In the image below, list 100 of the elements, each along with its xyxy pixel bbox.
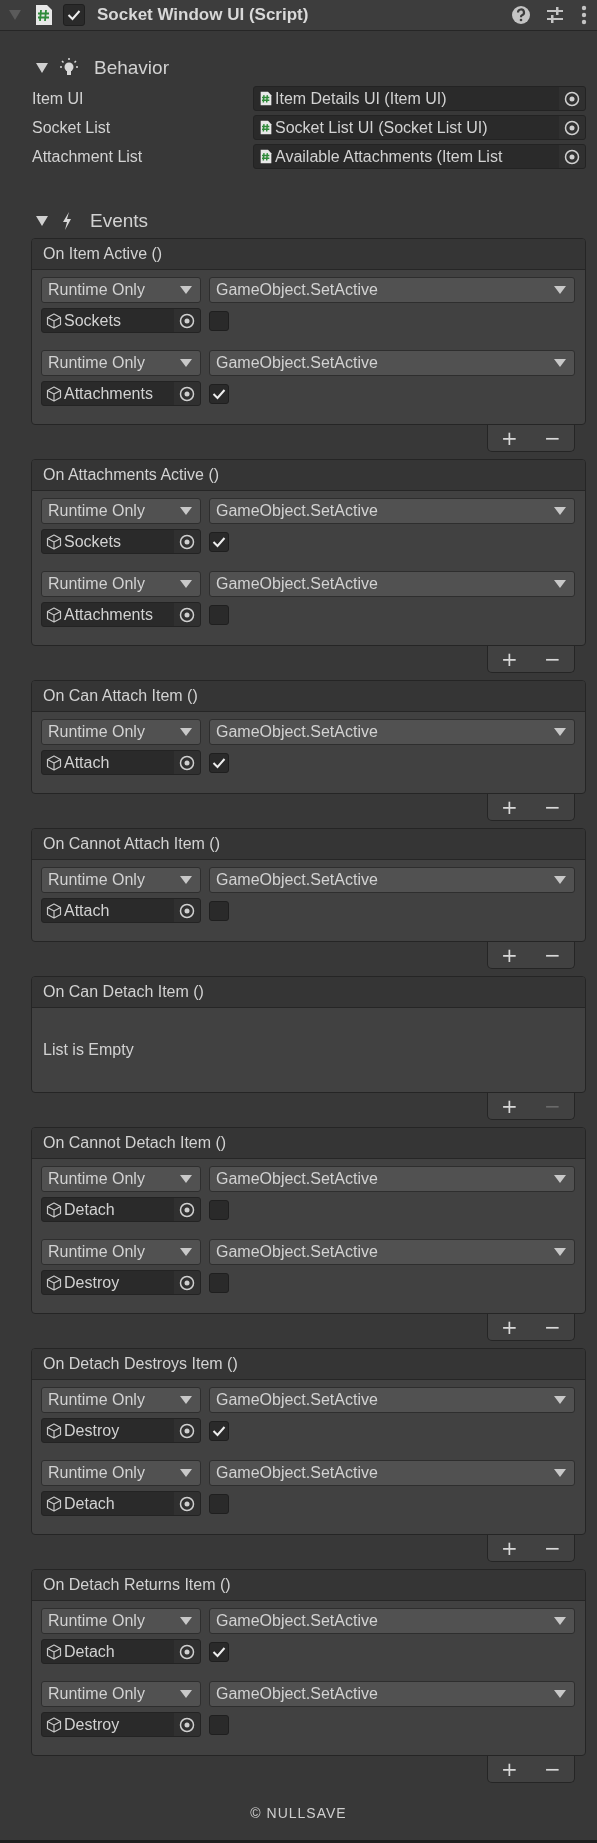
function-dropdown[interactable]: GameObject.SetActive (209, 1239, 575, 1265)
object-field[interactable]: Attachments (41, 381, 201, 406)
object-field[interactable]: Sockets (41, 308, 201, 333)
value-checkbox[interactable] (209, 604, 229, 625)
caret-icon (554, 580, 566, 588)
cube-icon (46, 902, 62, 919)
object-field[interactable]: Attachments (41, 602, 201, 627)
target-icon[interactable] (174, 1492, 200, 1515)
remove-button[interactable]: − (538, 796, 567, 818)
target-icon[interactable] (559, 145, 585, 168)
event-title: On Cannot Attach Item () (43, 835, 220, 853)
object-field[interactable]: Attach (41, 898, 201, 923)
value-checkbox[interactable] (209, 1420, 229, 1441)
mode-dropdown[interactable]: Runtime Only (41, 350, 201, 376)
mode-dropdown[interactable]: Runtime Only (41, 1608, 201, 1634)
function-dropdown[interactable]: GameObject.SetActive (209, 867, 575, 893)
function-dropdown[interactable]: GameObject.SetActive (209, 571, 575, 597)
value-checkbox[interactable] (209, 1493, 229, 1514)
script-icon (260, 91, 272, 106)
target-icon[interactable] (174, 309, 200, 332)
value-checkbox[interactable] (209, 383, 229, 404)
remove-button[interactable]: − (538, 1537, 567, 1559)
object-field[interactable]: Detach (41, 1197, 201, 1222)
add-button[interactable]: + (495, 1537, 524, 1559)
target-icon[interactable] (174, 751, 200, 774)
help-icon[interactable] (511, 5, 531, 25)
foldout-icon[interactable] (36, 63, 48, 73)
target-icon[interactable] (174, 1713, 200, 1736)
remove-button[interactable]: − (538, 1316, 567, 1338)
object-field[interactable]: Socket List UI (Socket List UI) (253, 115, 586, 140)
target-icon[interactable] (559, 87, 585, 110)
component-header[interactable]: Socket Window UI (Script) (0, 0, 597, 31)
target-icon[interactable] (174, 1198, 200, 1221)
object-field[interactable]: Sockets (41, 529, 201, 554)
object-field[interactable]: Destroy (41, 1712, 201, 1737)
function-dropdown[interactable]: GameObject.SetActive (209, 1681, 575, 1707)
menu-icon[interactable] (581, 5, 587, 25)
mode-dropdown[interactable]: Runtime Only (41, 1387, 201, 1413)
add-button[interactable]: + (495, 944, 524, 966)
target-icon[interactable] (174, 382, 200, 405)
add-button[interactable]: + (495, 1095, 524, 1117)
mode-dropdown[interactable]: Runtime Only (41, 1681, 201, 1707)
value-checkbox[interactable] (209, 1199, 229, 1220)
value-checkbox[interactable] (209, 1641, 229, 1662)
add-button[interactable]: + (495, 648, 524, 670)
mode-dropdown[interactable]: Runtime Only (41, 1166, 201, 1192)
mode-dropdown[interactable]: Runtime Only (41, 571, 201, 597)
target-icon[interactable] (174, 1419, 200, 1442)
foldout-icon[interactable] (36, 216, 48, 226)
value-checkbox[interactable] (209, 531, 229, 552)
value-checkbox[interactable] (209, 310, 229, 331)
remove-button[interactable]: − (538, 1758, 567, 1780)
value-checkbox[interactable] (209, 752, 229, 773)
remove-button[interactable]: − (538, 944, 567, 966)
target-icon[interactable] (174, 530, 200, 553)
object-field[interactable]: Item Details UI (Item UI) (253, 86, 586, 111)
value-checkbox[interactable] (209, 1714, 229, 1735)
remove-button[interactable]: − (538, 427, 567, 449)
object-field[interactable]: Detach (41, 1491, 201, 1516)
target-icon[interactable] (559, 116, 585, 139)
function-dropdown[interactable]: GameObject.SetActive (209, 498, 575, 524)
caret-icon (180, 1175, 192, 1183)
value-checkbox[interactable] (209, 1272, 229, 1293)
cube-icon (46, 754, 62, 771)
function-dropdown[interactable]: GameObject.SetActive (209, 1166, 575, 1192)
component-title: Socket Window UI (Script) (97, 5, 309, 25)
function-dropdown[interactable]: GameObject.SetActive (209, 719, 575, 745)
event-title: On Detach Destroys Item () (43, 1355, 238, 1373)
object-field[interactable]: Available Attachments (Item List (253, 144, 586, 169)
mode-dropdown[interactable]: Runtime Only (41, 867, 201, 893)
mode-dropdown[interactable]: Runtime Only (41, 498, 201, 524)
mode-dropdown[interactable]: Runtime Only (41, 277, 201, 303)
object-field[interactable]: Detach (41, 1639, 201, 1664)
target-icon[interactable] (174, 603, 200, 626)
function-dropdown[interactable]: GameObject.SetActive (209, 277, 575, 303)
mode-dropdown[interactable]: Runtime Only (41, 1239, 201, 1265)
settings-icon[interactable] (545, 5, 565, 25)
value-checkbox[interactable] (209, 900, 229, 921)
function-dropdown[interactable]: GameObject.SetActive (209, 1460, 575, 1486)
add-button[interactable]: + (495, 796, 524, 818)
add-button[interactable]: + (495, 1758, 524, 1780)
caret-icon (180, 1690, 192, 1698)
target-icon[interactable] (174, 1640, 200, 1663)
target-icon[interactable] (174, 899, 200, 922)
caret-icon (554, 286, 566, 294)
object-field[interactable]: Destroy (41, 1270, 201, 1295)
target-icon[interactable] (174, 1271, 200, 1294)
function-dropdown[interactable]: GameObject.SetActive (209, 1387, 575, 1413)
object-field[interactable]: Attach (41, 750, 201, 775)
add-button[interactable]: + (495, 1316, 524, 1338)
mode-dropdown[interactable]: Runtime Only (41, 1460, 201, 1486)
function-dropdown[interactable]: GameObject.SetActive (209, 1608, 575, 1634)
mode-dropdown[interactable]: Runtime Only (41, 719, 201, 745)
function-dropdown[interactable]: GameObject.SetActive (209, 350, 575, 376)
remove-button[interactable]: − (538, 648, 567, 670)
object-field[interactable]: Destroy (41, 1418, 201, 1443)
cube-icon (46, 1495, 62, 1512)
add-button[interactable]: + (495, 427, 524, 449)
enabled-checkbox[interactable] (63, 4, 85, 26)
caret-icon (554, 876, 566, 884)
